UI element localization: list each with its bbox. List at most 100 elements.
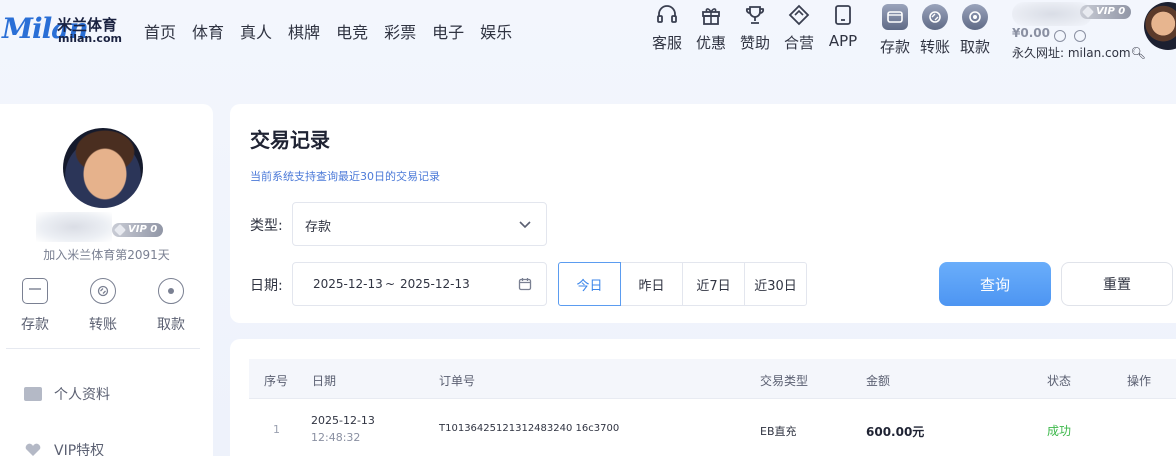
heart-icon — [25, 443, 41, 456]
col-status: 状态 — [1047, 374, 1072, 388]
col-amount: 金额 — [866, 374, 891, 388]
sponsor-button[interactable]: 赞助 — [735, 4, 775, 53]
transfer-icon — [922, 4, 948, 30]
permanent-url: 永久网址: milan.com🔍︎ — [1012, 44, 1146, 61]
transfer-top-button[interactable]: 转账 — [915, 4, 955, 57]
nav-entertainment[interactable]: 娱乐 — [480, 19, 512, 43]
sidebar-deposit-label: 存款 — [21, 317, 49, 333]
date-separator: ~ — [385, 277, 396, 291]
date-end: 2025-12-13 — [400, 277, 470, 291]
query-button[interactable]: 查询 — [939, 262, 1051, 306]
col-date: 日期 — [312, 374, 337, 388]
col-type: 交易类型 — [760, 374, 809, 388]
membership-days: 加入米兰体育第2091天 — [43, 248, 170, 262]
gift-icon — [702, 8, 720, 25]
nav-slots[interactable]: 电子 — [432, 19, 464, 43]
sidebar-withdraw-label: 取款 — [157, 317, 185, 333]
partner-label: 合营 — [783, 34, 814, 52]
row-date: 2025-12-13 — [311, 414, 375, 427]
search-icon: 🔍︎ — [1130, 46, 1146, 60]
withdraw-icon — [158, 278, 184, 304]
balance-actions — [1054, 25, 1089, 44]
transaction-filter-panel: 交易记录 当前系统支持查询最近30日的交易记录 类型: 存款 日期: 2025-… — [230, 104, 1176, 323]
service-button[interactable]: 客服 — [647, 4, 687, 53]
table-header: 序号 日期 订单号 交易类型 金额 状态 操作 — [249, 359, 1176, 399]
row-time: 12:48:32 — [311, 431, 361, 444]
row-index: 1 — [273, 423, 280, 436]
calendar-icon — [518, 278, 532, 291]
profile-vip-badge: VIP 0 — [112, 223, 164, 237]
col-order-no: 订单号 — [439, 374, 476, 388]
nav-live[interactable]: 真人 — [240, 19, 272, 43]
type-select-value: 存款 — [305, 220, 332, 235]
tablet-icon — [835, 5, 851, 25]
service-label: 客服 — [651, 34, 682, 52]
quick-7days-button[interactable]: 近7日 — [682, 262, 745, 306]
page-title: 交易记录 — [250, 128, 330, 152]
row-status: 成功 — [1047, 424, 1072, 438]
sidebar-transfer-button[interactable]: 转账 — [77, 278, 129, 334]
date-range-picker[interactable]: 2025-12-13 ~ 2025-12-13 — [292, 262, 547, 306]
sidebar-transfer-label: 转账 — [89, 317, 117, 333]
transfer-icon — [90, 278, 116, 304]
wallet-icon — [22, 278, 48, 304]
type-select[interactable]: 存款 — [292, 202, 547, 246]
table-row[interactable]: 1 2025-12-13 12:48:32 T10136425121312483… — [249, 400, 1176, 456]
chevron-down-icon[interactable] — [1074, 29, 1087, 42]
trophy-icon — [745, 6, 765, 24]
date-label: 日期: — [250, 278, 283, 294]
sidebar-withdraw-button[interactable]: 取款 — [145, 278, 197, 334]
date-start: 2025-12-13 — [313, 277, 383, 291]
sponsor-label: 赞助 — [739, 34, 770, 52]
sidebar-deposit-button[interactable]: 存款 — [9, 278, 61, 334]
sidebar-item-vip-label: VIP特权 — [54, 443, 105, 456]
promo-label: 优惠 — [695, 34, 726, 52]
nav-sports[interactable]: 体育 — [192, 19, 224, 43]
deposit-top-button[interactable]: 存款 — [875, 4, 915, 57]
quick-actions: 存款 转账 取款 — [0, 278, 213, 338]
row-type: EB直充 — [760, 425, 797, 438]
withdraw-icon — [962, 4, 988, 30]
quick-30days-button[interactable]: 近30日 — [744, 262, 807, 306]
promo-button[interactable]: 优惠 — [691, 4, 731, 53]
profile-name-hidden — [36, 212, 112, 242]
user-info: VIP 0 ¥0.00 永久网址: milan.com🔍︎ — [1012, 2, 1146, 62]
quick-yesterday-button[interactable]: 昨日 — [620, 262, 683, 306]
type-label: 类型: — [250, 218, 283, 234]
chevron-down-icon — [519, 221, 531, 229]
account-sidebar: VIP 0 加入米兰体育第2091天 存款 转账 取款 个人资料 VIP特权 — [0, 104, 213, 456]
quick-date-group: 今日 昨日 近7日 近30日 — [558, 262, 807, 306]
row-order-no: T10136425121312483240 16c3700 — [439, 423, 620, 434]
withdraw-top-button[interactable]: 取款 — [955, 4, 995, 57]
vip-badge: VIP 0 — [1080, 5, 1132, 19]
nav-esports[interactable]: 电竞 — [336, 19, 368, 43]
handshake-icon — [788, 4, 810, 26]
withdraw-top-label: 取款 — [959, 38, 990, 56]
profile-avatar — [63, 128, 143, 208]
nav-home[interactable]: 首页 — [144, 19, 176, 43]
sidebar-item-profile[interactable]: 个人资料 — [24, 384, 110, 404]
permanent-url-text: 永久网址: milan.com — [1012, 46, 1131, 60]
sidebar-divider — [6, 348, 200, 349]
balance-value: ¥0.00 — [1012, 26, 1050, 40]
id-card-icon — [24, 387, 42, 401]
transaction-table: 序号 日期 订单号 交易类型 金额 状态 操作 1 2025-12-13 12:… — [230, 339, 1176, 456]
app-button[interactable]: APP — [823, 4, 863, 50]
eye-icon[interactable] — [1054, 29, 1066, 42]
col-index: 序号 — [264, 374, 289, 388]
page-subtitle: 当前系统支持查询最近30日的交易记录 — [250, 170, 440, 183]
reset-button[interactable]: 重置 — [1061, 262, 1173, 306]
partner-button[interactable]: 合营 — [779, 4, 819, 53]
nav-chess[interactable]: 棋牌 — [288, 19, 320, 43]
sidebar-item-profile-label: 个人资料 — [54, 387, 110, 403]
sidebar-item-vip[interactable]: VIP特权 — [24, 440, 104, 456]
main-nav: 首页 体育 真人 棋牌 电竞 彩票 电子 娱乐 — [144, 19, 528, 43]
headset-icon — [657, 5, 677, 23]
app-label: APP — [828, 32, 858, 50]
user-avatar[interactable] — [1144, 2, 1176, 50]
milan-logo[interactable]: Milan 米兰体育 milan.com — [0, 10, 128, 50]
nav-lottery[interactable]: 彩票 — [384, 19, 416, 43]
quick-today-button[interactable]: 今日 — [558, 262, 621, 306]
top-header: Milan 米兰体育 milan.com 首页 体育 真人 棋牌 电竞 彩票 电… — [0, 0, 1176, 90]
deposit-top-label: 存款 — [879, 38, 910, 56]
